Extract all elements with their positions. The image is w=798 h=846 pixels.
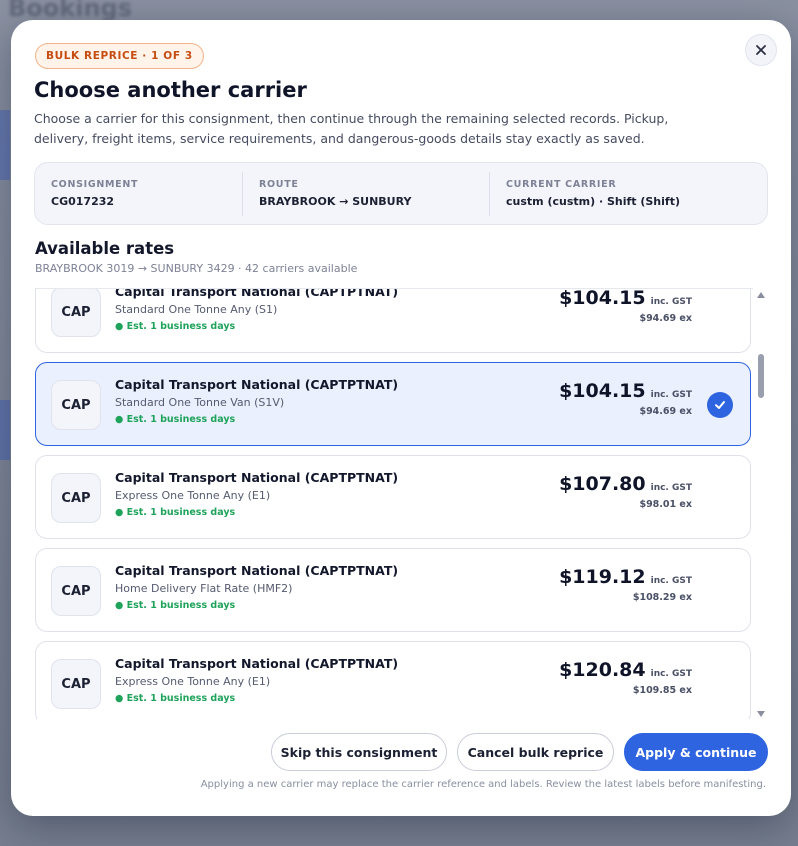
rate-price: $104.15 inc. GST $94.69 ex [559, 288, 692, 324]
inc-gst-label: inc. GST [650, 576, 692, 586]
rate-info: Capital Transport National (CAPTPTNAT) H… [115, 563, 398, 611]
rate-card[interactable]: CAP Capital Transport National (CAPTPTNA… [35, 641, 751, 719]
background-decoration [0, 110, 10, 180]
rate-price: $119.12 inc. GST $108.29 ex [559, 566, 692, 603]
eta-label: ● Est. 1 business days [115, 507, 236, 518]
reprice-modal: BULK REPRICE · 1 OF 3 Choose another car… [11, 20, 791, 816]
inc-gst-label: inc. GST [650, 390, 692, 400]
background-page-title: Bookings [8, 0, 133, 22]
rate-card[interactable]: CAP Capital Transport National (CAPTPTNA… [35, 455, 751, 539]
price-ex-gst: $109.85 ex [632, 685, 692, 696]
bulk-reprice-badge: BULK REPRICE · 1 OF 3 [35, 43, 204, 69]
price-inc-gst: $104.15 [559, 380, 646, 402]
rate-card-selected[interactable]: CAP Capital Transport National (CAPTPTNA… [35, 362, 751, 446]
summary-current-carrier: CURRENT CARRIER custm (custm) · Shift (S… [489, 171, 767, 216]
inc-gst-label: inc. GST [650, 669, 692, 679]
price-row: $104.15 inc. GST [559, 288, 692, 309]
summary-route: ROUTE BRAYBROOK → SUNBURY [242, 171, 489, 216]
inc-gst-label: inc. GST [650, 483, 692, 493]
rate-price: $120.84 inc. GST $109.85 ex [559, 659, 692, 696]
scroll-down-icon[interactable] [757, 711, 765, 717]
modal-description: Choose a carrier for this consignment, t… [34, 111, 669, 146]
skip-consignment-button[interactable]: Skip this consignment [271, 733, 447, 771]
footer-note: Applying a new carrier may replace the c… [200, 779, 766, 790]
price-inc-gst: $107.80 [559, 473, 646, 495]
carrier-logo: CAP [51, 289, 101, 337]
apply-continue-button[interactable]: Apply & continue [624, 733, 768, 771]
scroll-up-icon[interactable] [757, 292, 765, 298]
rate-card[interactable]: CAP Capital Transport National (CAPTPTNA… [35, 548, 751, 632]
price-ex-gst: $94.69 ex [639, 406, 692, 417]
background-decoration [0, 400, 10, 460]
carrier-name: Capital Transport National (CAPTPTNAT) [115, 470, 399, 485]
rate-info: Capital Transport National (CAPTPTNAT) E… [115, 656, 398, 704]
price-inc-gst: $119.12 [559, 566, 646, 588]
price-row: $120.84 inc. GST [559, 659, 692, 681]
price-row: $104.15 inc. GST [559, 380, 692, 402]
rates-list-content: CAP Capital Transport National (CAPTPTNA… [35, 288, 751, 719]
consignment-value: CG017232 [51, 195, 115, 208]
price-ex-gst: $98.01 ex [639, 499, 692, 510]
close-button[interactable] [745, 34, 777, 66]
eta-label: ● Est. 1 business days [115, 600, 236, 611]
price-ex-gst: $94.69 ex [639, 313, 692, 324]
rate-price: $107.80 inc. GST $98.01 ex [559, 473, 692, 510]
available-rates-heading: Available rates [35, 239, 175, 258]
eta-label: ● Est. 1 business days [115, 693, 236, 704]
consignment-summary: CONSIGNMENT CG017232 ROUTE BRAYBROOK → S… [34, 162, 768, 225]
scrollbar-thumb[interactable] [758, 354, 764, 398]
carrier-name: Capital Transport National (CAPTPTNAT) [115, 288, 399, 299]
route-value: BRAYBROOK → SUNBURY [259, 195, 412, 208]
price-inc-gst: $120.84 [559, 659, 646, 681]
inc-gst-label: inc. GST [650, 297, 692, 307]
service-name: Home Delivery Flat Rate (HMF2) [115, 582, 293, 595]
service-name: Express One Tonne Any (E1) [115, 675, 271, 688]
selected-check-icon [707, 392, 733, 418]
carrier-logo: CAP [51, 380, 101, 430]
route-label: ROUTE [259, 179, 299, 190]
service-name: Standard One Tonne Van (S1V) [115, 396, 285, 409]
rate-info: Capital Transport National (CAPTPTNAT) S… [115, 288, 399, 332]
carrier-logo: CAP [51, 659, 101, 709]
consignment-label: CONSIGNMENT [51, 179, 139, 190]
cancel-bulk-reprice-button[interactable]: Cancel bulk reprice [457, 733, 614, 771]
rate-price: $104.15 inc. GST $94.69 ex [559, 380, 692, 417]
current-carrier-value: custm (custm) · Shift (Shift) [506, 195, 680, 208]
price-row: $119.12 inc. GST [559, 566, 692, 588]
summary-consignment: CONSIGNMENT CG017232 [35, 172, 242, 216]
close-icon [756, 45, 766, 55]
eta-label: ● Est. 1 business days [115, 414, 236, 425]
rate-info: Capital Transport National (CAPTPTNAT) S… [115, 377, 398, 425]
carrier-name: Capital Transport National (CAPTPTNAT) [115, 377, 399, 392]
carrier-name: Capital Transport National (CAPTPTNAT) [115, 656, 399, 671]
service-name: Express One Tonne Any (E1) [115, 489, 271, 502]
service-name: Standard One Tonne Any (S1) [115, 303, 278, 316]
rate-card[interactable]: CAP Capital Transport National (CAPTPTNA… [35, 288, 751, 353]
rates-scrollbar[interactable] [754, 288, 768, 719]
price-inc-gst: $104.15 [559, 288, 646, 309]
carrier-name: Capital Transport National (CAPTPTNAT) [115, 563, 399, 578]
available-rates-subtitle: BRAYBROOK 3019 → SUNBURY 3429 · 42 carri… [35, 262, 358, 275]
carrier-logo: CAP [51, 566, 101, 616]
eta-label: ● Est. 1 business days [115, 321, 236, 332]
carrier-logo: CAP [51, 473, 101, 523]
rate-info: Capital Transport National (CAPTPTNAT) E… [115, 470, 398, 518]
rates-list[interactable]: CAP Capital Transport National (CAPTPTNA… [35, 288, 753, 719]
price-row: $107.80 inc. GST [559, 473, 692, 495]
price-ex-gst: $108.29 ex [632, 592, 692, 603]
modal-title: Choose another carrier [34, 78, 307, 102]
current-carrier-label: CURRENT CARRIER [506, 179, 617, 190]
